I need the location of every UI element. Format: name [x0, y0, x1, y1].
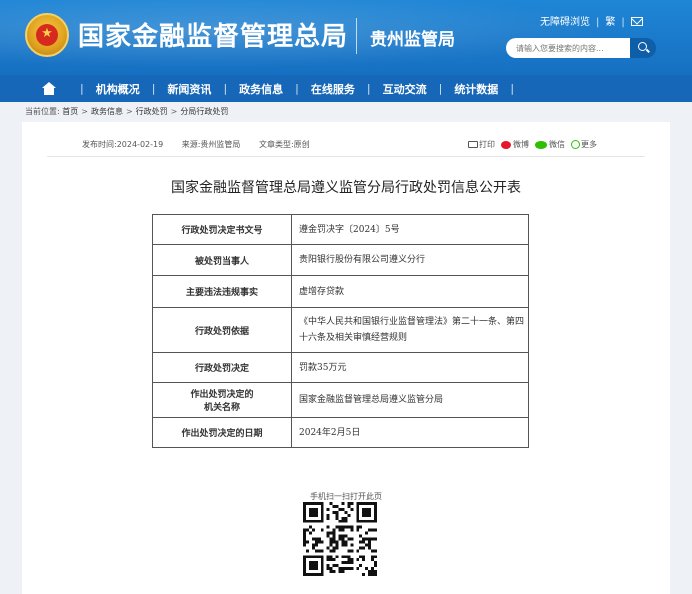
table-row: 行政处罚决定书文号 遵金罚决字〔2024〕5号 [152, 214, 529, 245]
nav-item-interaction[interactable]: 互动交流 [383, 81, 427, 97]
wechat-share-button[interactable]: 微信 [535, 139, 565, 150]
row-label: 作出处罚决定的 机关名称 [152, 382, 292, 418]
qr-caption: 手机扫一扫打开此页 [310, 492, 382, 501]
traditional-chinese-link[interactable]: 繁 [605, 13, 615, 28]
breadcrumb-home[interactable]: 首页 [62, 107, 78, 116]
search-icon [638, 42, 647, 51]
weibo-share-button[interactable]: 微博 [501, 139, 529, 150]
wechat-label: 微信 [549, 140, 565, 149]
table-row: 作出处罚决定的日期 2024年2月5日 [152, 417, 529, 448]
row-label: 行政处罚决定书文号 [152, 214, 292, 245]
nav-item-government-info[interactable]: 政务信息 [239, 81, 283, 97]
breadcrumb-penalty[interactable]: 行政处罚 [136, 107, 168, 116]
plus-circle-icon [571, 140, 580, 149]
row-value: 贵阳银行股份有限公司遵义分行 [291, 244, 529, 276]
more-share-button[interactable]: 更多 [571, 139, 597, 150]
print-button[interactable]: 打印 [468, 139, 495, 150]
mail-icon[interactable] [630, 17, 643, 26]
breadcrumb-arrow: > [125, 107, 133, 116]
link-separator: | [596, 17, 600, 28]
nav-separator: | [151, 82, 156, 95]
nav-separator: | [438, 82, 443, 95]
article-source: 来源:贵州监管局 [181, 140, 241, 149]
emblem-star-icon: ★ [41, 26, 53, 41]
link-separator: | [621, 17, 625, 28]
publish-time: 发布时间:2024-02-19 [82, 140, 164, 149]
article-meta: 发布时间:2024-02-19 来源:贵州监管局 文章类型:原创 [82, 139, 326, 150]
wechat-icon [535, 140, 547, 149]
row-label: 作出处罚决定的日期 [152, 417, 292, 448]
row-label: 被处罚当事人 [152, 244, 292, 276]
nav-items: | 机构概况 | 新闻资讯 | 政务信息 | 在线服务 | 互动交流 | 统计数… [40, 75, 526, 102]
weibo-icon [501, 140, 511, 149]
row-value: 虚增存贷款 [291, 275, 529, 308]
breadcrumb-government-info[interactable]: 政务信息 [91, 107, 123, 116]
search-input[interactable] [506, 38, 630, 58]
share-bar: 打印 微博 微信 更多 [468, 139, 603, 150]
national-emblem-icon: ★ [25, 13, 69, 57]
table-row: 作出处罚决定的 机关名称 国家金融监督管理总局遵义监管分局 [152, 382, 529, 418]
print-label: 打印 [479, 140, 495, 149]
row-value: 《中华人民共和国银行业监督管理法》第二十一条、第四十六条及相关审慎经营规则 [291, 307, 529, 353]
meta-divider [47, 156, 645, 157]
nav-separator: | [223, 82, 228, 95]
breadcrumb-branch-penalty[interactable]: 分局行政处罚 [180, 107, 228, 116]
nav-item-news[interactable]: 新闻资讯 [167, 81, 211, 97]
site-header: ★ 国家金融监督管理总局 贵州监管局 无障碍浏览 | 繁 | [0, 0, 692, 75]
nav-separator: | [510, 82, 515, 95]
row-value: 国家金融监督管理总局遵义监管分局 [291, 382, 529, 418]
nav-separator: | [366, 82, 371, 95]
bureau-name: 贵州监管局 [370, 30, 455, 50]
emblem-center: ★ [36, 24, 58, 46]
row-value: 2024年2月5日 [291, 417, 529, 448]
nav-item-statistics[interactable]: 统计数据 [454, 81, 498, 97]
nav-item-online-service[interactable]: 在线服务 [311, 81, 355, 97]
accessibility-link[interactable]: 无障碍浏览 [540, 13, 590, 28]
table-row: 行政处罚依据 《中华人民共和国银行业监督管理法》第二十一条、第四十六条及相关审慎… [152, 307, 529, 353]
breadcrumb-arrow: > [170, 107, 178, 116]
table-row: 主要违法违规事实 虚增存贷款 [152, 275, 529, 308]
nav-item-institution[interactable]: 机构概况 [96, 81, 140, 97]
penalty-info-table: 行政处罚决定书文号 遵金罚决字〔2024〕5号 被处罚当事人 贵阳银行股份有限公… [152, 214, 529, 448]
breadcrumb-arrow: > [81, 107, 88, 116]
printer-icon [468, 141, 478, 148]
table-row: 被处罚当事人 贵阳银行股份有限公司遵义分行 [152, 244, 529, 276]
row-value: 遵金罚决字〔2024〕5号 [291, 214, 529, 245]
top-links: 无障碍浏览 | 繁 | [540, 13, 643, 28]
home-icon[interactable] [40, 75, 58, 102]
weibo-label: 微博 [513, 140, 529, 149]
nav-separator: | [80, 82, 84, 95]
main-nav: | 机构概况 | 新闻资讯 | 政务信息 | 在线服务 | 互动交流 | 统计数… [0, 75, 692, 102]
row-label-line: 机关名称 [203, 403, 240, 413]
table-row: 行政处罚决定 罚款35万元 [152, 352, 529, 383]
row-value: 罚款35万元 [291, 352, 529, 383]
row-label: 主要违法违规事实 [152, 275, 292, 308]
more-label: 更多 [581, 140, 597, 149]
title-divider [356, 18, 357, 54]
nav-separator: | [295, 82, 299, 95]
document-title: 国家金融监督管理总局遵义监管分局行政处罚信息公开表 [171, 180, 521, 196]
row-label: 行政处罚依据 [152, 307, 292, 353]
row-label-line: 作出处罚决定的 [190, 390, 254, 400]
search-button[interactable] [630, 38, 656, 58]
row-label: 行政处罚决定 [152, 352, 292, 383]
qr-code-icon [303, 502, 377, 576]
breadcrumb: 当前位置: 首页 > 政务信息 > 行政处罚 > 分局行政处罚 [25, 106, 228, 117]
article-type: 文章类型:原创 [258, 140, 310, 149]
breadcrumb-prefix: 当前位置: [25, 107, 60, 116]
site-title[interactable]: 国家金融监督管理总局 [78, 16, 348, 53]
